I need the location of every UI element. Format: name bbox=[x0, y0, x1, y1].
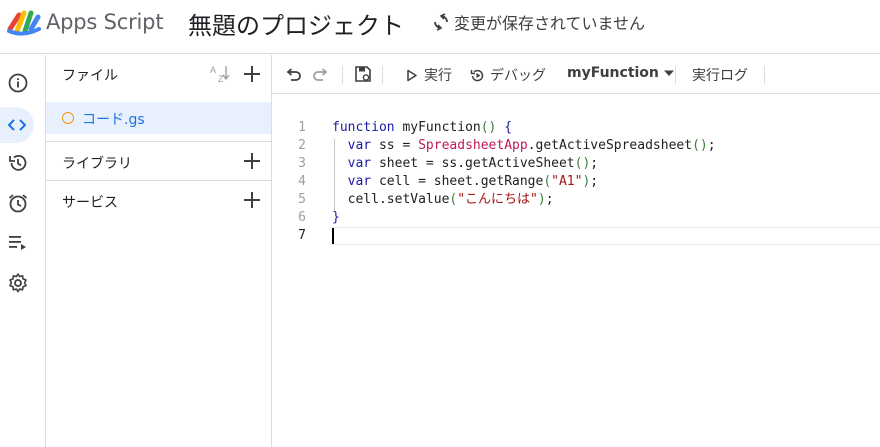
text-cursor bbox=[332, 228, 334, 244]
save-status-text: 変更が保存されていません bbox=[454, 14, 646, 33]
toolbar-divider bbox=[342, 66, 343, 84]
services-label: サービス bbox=[62, 195, 118, 211]
line-number: 5 bbox=[298, 192, 306, 207]
code-line: 2 var ss = SpreadsheetApp.getActiveSprea… bbox=[272, 137, 880, 155]
files-panel: ファイル A Z コード.gs ライブラリ サービス bbox=[46, 55, 272, 447]
code-line-5: cell.setValue("こんにちは"); bbox=[332, 192, 554, 207]
line-number: 1 bbox=[298, 120, 306, 135]
add-library-button[interactable] bbox=[241, 150, 263, 172]
execution-log-button[interactable]: 実行ログ bbox=[692, 65, 748, 85]
run-label: 実行 bbox=[424, 68, 452, 84]
undo-icon bbox=[286, 68, 301, 81]
apps-script-logo-icon[interactable] bbox=[7, 7, 41, 37]
redo-button[interactable] bbox=[312, 65, 330, 83]
code-icon bbox=[7, 119, 27, 131]
play-icon bbox=[407, 69, 417, 81]
svg-text:A: A bbox=[210, 65, 216, 75]
code-line: 6 } bbox=[272, 209, 880, 227]
file-status-dot-icon bbox=[62, 112, 74, 124]
code-line: 3 var sheet = ss.getActiveSheet(); bbox=[272, 155, 880, 173]
code-line-4: var cell = sheet.getRange("A1"); bbox=[347, 174, 599, 189]
rail-deployments-button[interactable] bbox=[4, 149, 32, 177]
rail-triggers-button[interactable] bbox=[4, 189, 32, 217]
toolbar-divider bbox=[382, 66, 383, 84]
add-file-button[interactable] bbox=[241, 63, 263, 85]
code-line: 1 function myFunction() { bbox=[272, 119, 880, 137]
redo-icon bbox=[313, 68, 328, 81]
execution-log-label: 実行ログ bbox=[692, 68, 748, 84]
code-line-2: var ss = SpreadsheetApp.getActiveSpreads… bbox=[347, 138, 716, 153]
info-icon bbox=[8, 73, 28, 93]
code-line-6: } bbox=[332, 210, 340, 225]
files-title: ファイル bbox=[62, 68, 118, 84]
file-item-code-gs[interactable]: コード.gs bbox=[46, 102, 271, 134]
executions-icon bbox=[9, 236, 26, 250]
plus-icon bbox=[244, 192, 260, 208]
add-service-button[interactable] bbox=[241, 189, 263, 211]
app-header: Apps Script 無題のプロジェクト 変更が保存されていません bbox=[0, 0, 880, 54]
debug-button[interactable]: デバッグ bbox=[470, 65, 546, 85]
files-header: ファイル A Z bbox=[46, 55, 271, 93]
function-select[interactable]: myFunction bbox=[567, 65, 675, 81]
line-number: 4 bbox=[298, 174, 306, 189]
dropdown-arrow-icon bbox=[663, 70, 674, 76]
sync-icon bbox=[434, 13, 448, 31]
left-rail bbox=[0, 55, 46, 447]
line-number: 3 bbox=[298, 156, 306, 171]
alarm-icon bbox=[8, 194, 28, 213]
debug-label: デバッグ bbox=[490, 68, 546, 84]
rail-settings-button[interactable] bbox=[4, 269, 32, 297]
undo-button[interactable] bbox=[284, 65, 302, 83]
rail-executions-button[interactable] bbox=[4, 229, 32, 257]
plus-icon bbox=[244, 153, 260, 169]
line-number: 6 bbox=[298, 210, 306, 225]
code-line: 5 cell.setValue("こんにちは"); bbox=[272, 191, 880, 209]
file-name: コード.gs bbox=[82, 112, 145, 128]
libraries-section: ライブラリ bbox=[46, 141, 271, 181]
code-line-3: var sheet = ss.getActiveSheet(); bbox=[347, 156, 599, 171]
gear-icon bbox=[9, 273, 27, 293]
project-title[interactable]: 無題のプロジェクト bbox=[188, 6, 404, 41]
code-line: 4 var cell = sheet.getRange("A1"); bbox=[272, 173, 880, 191]
history-icon bbox=[9, 154, 27, 171]
code-editor[interactable]: 1 function myFunction() { 2 var ss = Spr… bbox=[272, 95, 880, 447]
toolbar-divider bbox=[675, 66, 676, 84]
function-select-value: myFunction bbox=[567, 65, 659, 81]
libraries-label: ライブラリ bbox=[62, 156, 132, 172]
app-name[interactable]: Apps Script bbox=[46, 10, 164, 34]
code-line: 7 bbox=[272, 227, 880, 245]
code-line-1: function myFunction() { bbox=[332, 120, 513, 135]
line-number: 2 bbox=[298, 138, 306, 153]
services-section: サービス bbox=[46, 180, 271, 220]
sort-az-icon[interactable]: A Z bbox=[209, 64, 231, 84]
save-status: 変更が保存されていません bbox=[432, 10, 645, 34]
save-button[interactable] bbox=[354, 65, 372, 83]
toolbar-divider bbox=[764, 66, 765, 84]
rail-editor-button[interactable] bbox=[0, 107, 34, 143]
plus-icon bbox=[244, 66, 260, 82]
line-number: 7 bbox=[298, 228, 306, 243]
rail-overview-button[interactable] bbox=[4, 69, 32, 97]
save-icon bbox=[355, 66, 371, 82]
run-button[interactable]: 実行 bbox=[404, 65, 452, 85]
debug-icon bbox=[470, 69, 484, 81]
editor-toolbar: 実行 デバッグ myFunction 実行ログ bbox=[272, 55, 880, 94]
